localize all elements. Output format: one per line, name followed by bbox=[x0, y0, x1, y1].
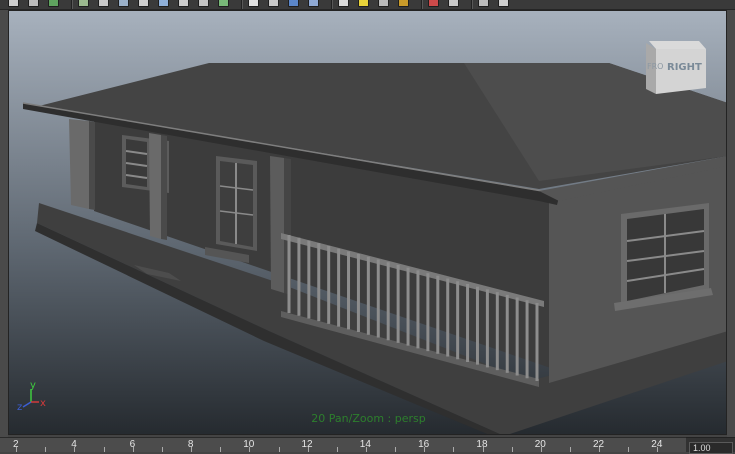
toolbar-separator bbox=[471, 0, 473, 9]
time-slider[interactable]: 2 4 6 8 10 12 14 16 18 20 22 24 bbox=[0, 437, 686, 452]
axis-gizmo: y x z bbox=[17, 380, 46, 413]
viewport-frame-right bbox=[727, 10, 735, 437]
time-tick-mark bbox=[220, 447, 222, 452]
perspective-viewport[interactable]: FRO RIGHT y x z 20 Pan/Zoom : persp bbox=[8, 10, 727, 435]
time-tick-mark bbox=[511, 447, 513, 452]
all-lights-icon[interactable] bbox=[378, 0, 389, 7]
soccer-ball-icon[interactable] bbox=[338, 0, 349, 7]
time-tick-mark bbox=[278, 447, 280, 452]
default-light-icon[interactable] bbox=[358, 0, 369, 7]
move-tool-icon[interactable] bbox=[98, 0, 109, 7]
toolbar-separator bbox=[331, 0, 333, 9]
time-tick-mark bbox=[482, 447, 484, 452]
xray-icon[interactable] bbox=[428, 0, 439, 7]
view-cube-front-label: FRO bbox=[647, 62, 664, 71]
shaded-cube-icon[interactable] bbox=[288, 0, 299, 7]
status-line-toolbar bbox=[0, 0, 735, 10]
time-tick-mark bbox=[45, 447, 47, 452]
smooth-shade-icon[interactable] bbox=[218, 0, 229, 7]
current-frame-field[interactable]: 1.00 bbox=[689, 442, 733, 454]
xray-joints-icon[interactable] bbox=[448, 0, 459, 7]
time-tick-mark bbox=[191, 447, 193, 452]
camera-attributes-icon[interactable] bbox=[118, 0, 129, 7]
time-tick-mark bbox=[395, 447, 397, 452]
toolbar-separator bbox=[421, 0, 423, 9]
select-tool-icon[interactable] bbox=[8, 0, 19, 7]
time-tick-mark bbox=[365, 447, 367, 452]
toolbar-separator bbox=[241, 0, 243, 9]
time-tick-mark bbox=[657, 447, 659, 452]
time-tick-mark bbox=[161, 447, 163, 452]
time-tick-mark bbox=[599, 447, 601, 452]
isolate-select-icon[interactable] bbox=[248, 0, 259, 7]
film-gate-icon[interactable] bbox=[138, 0, 149, 7]
axis-z-label: z bbox=[17, 402, 22, 413]
grid-icon[interactable] bbox=[158, 0, 169, 7]
time-tick-mark bbox=[336, 447, 338, 452]
current-frame-panel: 1.00 bbox=[686, 437, 735, 454]
toolbar-separator bbox=[71, 0, 73, 9]
time-tick-mark bbox=[570, 447, 571, 452]
view-cube-right-label[interactable]: RIGHT bbox=[667, 62, 702, 73]
lasso-tool-icon[interactable] bbox=[28, 0, 39, 7]
time-tick-mark bbox=[540, 447, 542, 452]
paint-tool-icon[interactable] bbox=[78, 0, 89, 7]
textured-icon[interactable] bbox=[308, 0, 319, 7]
time-tick-mark bbox=[132, 447, 134, 452]
time-tick-mark bbox=[628, 447, 630, 452]
time-tick-mark bbox=[249, 447, 251, 452]
panel-layout-icon[interactable] bbox=[478, 0, 489, 7]
side-window bbox=[614, 203, 713, 311]
time-tick-mark bbox=[424, 447, 426, 452]
axis-y-label: y bbox=[30, 380, 36, 391]
axis-x-label: x bbox=[40, 398, 46, 409]
time-tick-mark bbox=[103, 447, 105, 452]
time-tick-mark bbox=[16, 447, 18, 452]
time-tick-mark bbox=[307, 447, 309, 452]
render-view-icon[interactable] bbox=[48, 0, 59, 7]
time-tick-mark bbox=[74, 447, 76, 452]
hud-camera-label: 20 Pan/Zoom : persp bbox=[311, 412, 426, 425]
wireframe-icon[interactable] bbox=[198, 0, 209, 7]
cube-icon[interactable] bbox=[268, 0, 279, 7]
shadows-icon[interactable] bbox=[398, 0, 409, 7]
viewport-frame-left bbox=[0, 10, 8, 437]
snapshot-icon[interactable] bbox=[178, 0, 189, 7]
hypergraph-icon[interactable] bbox=[498, 0, 509, 7]
scene-view[interactable] bbox=[9, 11, 727, 435]
time-tick-mark bbox=[453, 447, 455, 452]
